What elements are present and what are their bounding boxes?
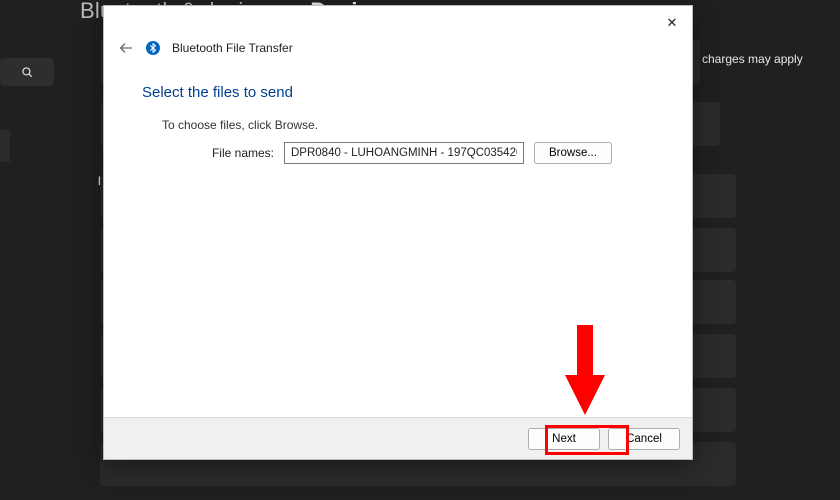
file-names-row: File names: Browse...	[204, 142, 612, 164]
browse-button[interactable]: Browse...	[534, 142, 612, 164]
dialog-title: Bluetooth File Transfer	[172, 41, 293, 55]
next-button[interactable]: Next	[528, 428, 600, 450]
dialog-header: Bluetooth File Transfer	[118, 40, 293, 56]
close-button[interactable]: ✕	[658, 10, 686, 34]
close-icon: ✕	[667, 16, 678, 29]
back-arrow-icon[interactable]	[118, 40, 134, 56]
dialog-footer: Next Cancel	[104, 417, 692, 459]
bluetooth-icon	[146, 41, 160, 55]
search-button[interactable]	[0, 58, 54, 86]
cancel-button[interactable]: Cancel	[608, 428, 680, 450]
instruction-text: To choose files, click Browse.	[162, 118, 318, 132]
search-icon	[20, 65, 34, 79]
file-names-input[interactable]	[284, 142, 524, 164]
file-names-label: File names:	[204, 146, 274, 160]
background-hint-text: charges may apply	[702, 52, 803, 66]
page-heading: Select the files to send	[142, 84, 293, 101]
nav-highlight	[0, 130, 10, 162]
bluetooth-file-transfer-dialog: ✕ Bluetooth File Transfer Select the fil…	[103, 5, 693, 460]
